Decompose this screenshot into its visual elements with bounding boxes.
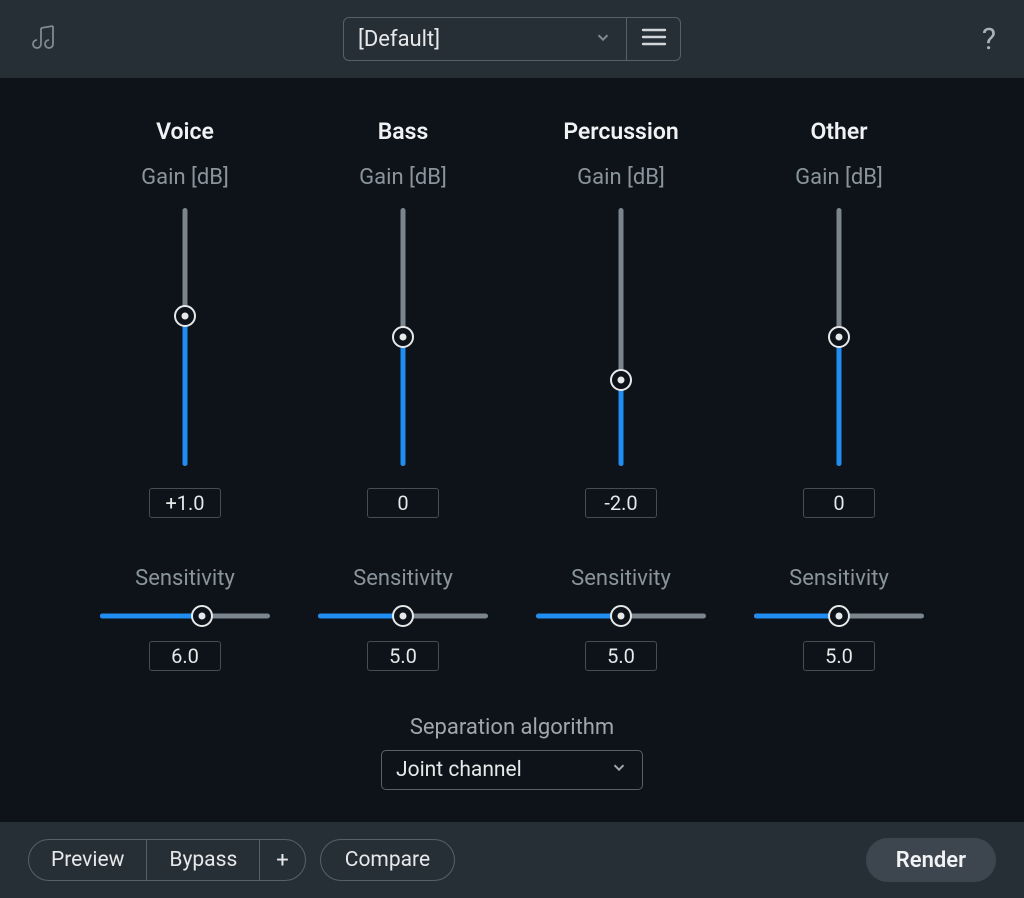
- slider-thumb-icon: [610, 605, 632, 627]
- gain-slider[interactable]: [610, 208, 632, 466]
- sensitivity-block: Sensitivity 5.0: [306, 566, 500, 671]
- help-icon: ?: [982, 22, 996, 57]
- compare-label: Compare: [345, 848, 430, 872]
- sensitivity-label: Sensitivity: [353, 566, 453, 591]
- compare-button[interactable]: Compare: [320, 839, 455, 881]
- slider-fill: [837, 337, 842, 466]
- preview-button[interactable]: Preview: [29, 840, 146, 880]
- sensitivity-slider[interactable]: [318, 605, 488, 627]
- gain-slider[interactable]: [392, 208, 414, 466]
- channel-voice: Voice Gain [dB] +1.0 Sensitivity 6.0: [88, 118, 282, 671]
- slider-fill: [100, 614, 202, 619]
- channel-title: Other: [810, 118, 867, 145]
- preset-menu-button[interactable]: [627, 17, 681, 61]
- gain-label: Gain [dB]: [359, 165, 447, 190]
- slider-thumb-icon: [392, 605, 414, 627]
- sensitivity-label: Sensitivity: [571, 566, 671, 591]
- preview-label: Preview: [51, 848, 124, 872]
- sensitivity-value[interactable]: 5.0: [585, 641, 657, 671]
- bypass-button[interactable]: Bypass: [146, 840, 259, 880]
- sensitivity-value[interactable]: 5.0: [367, 641, 439, 671]
- channel-title: Bass: [378, 118, 429, 145]
- sensitivity-block: Sensitivity 5.0: [742, 566, 936, 671]
- algorithm-value: Joint channel: [396, 758, 522, 782]
- preset-dropdown[interactable]: [Default]: [343, 17, 627, 61]
- gain-value[interactable]: 0: [803, 488, 875, 518]
- plus-icon: +: [276, 848, 288, 873]
- slider-thumb-icon: [174, 305, 196, 327]
- sensitivity-block: Sensitivity 6.0: [88, 566, 282, 671]
- slider-fill: [536, 614, 621, 619]
- sensitivity-slider[interactable]: [100, 605, 270, 627]
- channel-title: Percussion: [563, 118, 678, 145]
- slider-thumb-icon: [392, 326, 414, 348]
- gain-label: Gain [dB]: [577, 165, 665, 190]
- sensitivity-value[interactable]: 6.0: [149, 641, 221, 671]
- gain-slider[interactable]: [828, 208, 850, 466]
- channel-title: Voice: [156, 118, 214, 145]
- algorithm-label: Separation algorithm: [410, 715, 614, 740]
- slider-thumb-icon: [191, 605, 213, 627]
- render-button[interactable]: Render: [866, 838, 996, 882]
- app-logo-icon: [28, 20, 66, 58]
- sensitivity-block: Sensitivity 5.0: [524, 566, 718, 671]
- gain-label: Gain [dB]: [795, 165, 883, 190]
- render-label: Render: [896, 848, 966, 873]
- preset-controls: [Default]: [343, 17, 681, 61]
- chevron-down-icon: [610, 758, 628, 782]
- preset-dropdown-label: [Default]: [358, 27, 440, 52]
- channel-other: Other Gain [dB] 0 Sensitivity 5.0: [742, 118, 936, 671]
- slider-thumb-icon: [828, 605, 850, 627]
- gain-value[interactable]: +1.0: [149, 488, 221, 518]
- channel-bass: Bass Gain [dB] 0 Sensitivity 5.0: [306, 118, 500, 671]
- gain-value[interactable]: -2.0: [585, 488, 657, 518]
- bypass-label: Bypass: [169, 848, 237, 872]
- help-button[interactable]: ?: [982, 22, 996, 57]
- sensitivity-label: Sensitivity: [789, 566, 889, 591]
- sensitivity-slider[interactable]: [754, 605, 924, 627]
- slider-fill: [318, 614, 403, 619]
- hamburger-icon: [641, 27, 667, 51]
- gain-label: Gain [dB]: [141, 165, 229, 190]
- gain-slider[interactable]: [174, 208, 196, 466]
- slider-fill: [183, 316, 188, 467]
- top-bar: [Default] ?: [0, 0, 1024, 78]
- channels-row: Voice Gain [dB] +1.0 Sensitivity 6.0 Bass Gain…: [88, 118, 936, 671]
- algorithm-block: Separation algorithm Joint channel: [88, 715, 936, 790]
- algorithm-dropdown[interactable]: Joint channel: [381, 750, 643, 790]
- bottom-bar: Preview Bypass + Compare Render: [0, 822, 1024, 898]
- transport-group: Preview Bypass +: [28, 839, 306, 881]
- sensitivity-label: Sensitivity: [135, 566, 235, 591]
- main-panel: Voice Gain [dB] +1.0 Sensitivity 6.0 Bass Gain…: [0, 78, 1024, 822]
- gain-value[interactable]: 0: [367, 488, 439, 518]
- slider-fill: [754, 614, 839, 619]
- slider-fill: [401, 337, 406, 466]
- sensitivity-value[interactable]: 5.0: [803, 641, 875, 671]
- chevron-down-icon: [594, 27, 612, 52]
- slider-fill: [619, 380, 624, 466]
- sensitivity-slider[interactable]: [536, 605, 706, 627]
- slider-thumb-icon: [610, 369, 632, 391]
- channel-percussion: Percussion Gain [dB] -2.0 Sensitivity 5.0: [524, 118, 718, 671]
- add-button[interactable]: +: [259, 840, 304, 880]
- slider-thumb-icon: [828, 326, 850, 348]
